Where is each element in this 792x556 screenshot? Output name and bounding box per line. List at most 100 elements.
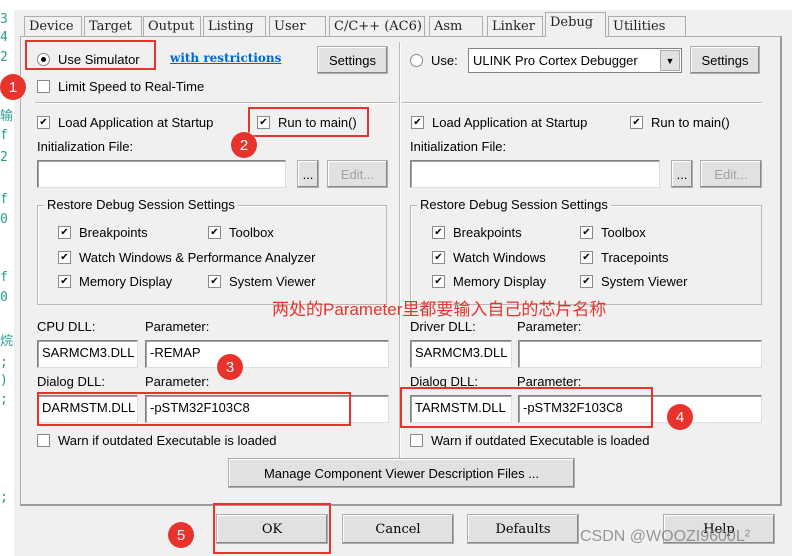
restore-item-label: System Viewer	[229, 274, 316, 289]
warn-outdated-label: Warn if outdated Executable is loaded	[431, 433, 650, 448]
restore-toolbox-checkbox[interactable]: ✔ Toolbox	[208, 225, 274, 240]
checkmark-icon: ✔	[257, 116, 270, 129]
tab-user[interactable]: User	[269, 16, 326, 37]
code-fragment: f	[0, 270, 8, 285]
with-restrictions-link[interactable]: with restrictions	[170, 51, 281, 65]
warn-outdated-label: Warn if outdated Executable is loaded	[58, 433, 277, 448]
code-fragment: ;	[0, 355, 8, 370]
group-title: Restore Debug Session Settings	[417, 197, 611, 212]
run-to-main-checkbox-right[interactable]: ✔ Run to main()	[630, 115, 730, 130]
cpu-dll-label: CPU DLL:	[37, 319, 96, 334]
checkmark-icon: ✔	[432, 275, 445, 288]
checkmark-icon: ✔	[411, 116, 424, 129]
restore-item-label: Toolbox	[601, 225, 646, 240]
use-simulator-label: Use Simulator	[58, 52, 140, 67]
warn-outdated-checkbox-right[interactable]: Warn if outdated Executable is loaded	[410, 433, 650, 448]
defaults-button[interactable]: Defaults	[467, 514, 579, 544]
debugger-settings-button[interactable]: Settings	[690, 46, 760, 74]
checkmark-icon: ✔	[58, 275, 71, 288]
restore-item-label: Watch Windows	[453, 250, 546, 265]
init-file-edit-button-right[interactable]: Edit...	[700, 160, 762, 188]
tab-utilities[interactable]: Utilities	[608, 16, 686, 37]
restore-memory-display-checkbox[interactable]: ✔ Memory Display	[58, 274, 172, 289]
driver-param-input[interactable]	[518, 340, 762, 368]
cancel-button[interactable]: Cancel	[342, 514, 454, 544]
checkmark-icon: ✔	[37, 116, 50, 129]
checkmark-icon: ✔	[630, 116, 643, 129]
dialog-dll-input-right[interactable]: TARMSTM.DLL	[410, 395, 512, 423]
init-file-input[interactable]	[37, 160, 286, 188]
init-file-browse-button[interactable]: ...	[297, 160, 319, 188]
code-fragment: 0	[0, 290, 8, 305]
radio-unselected-icon	[410, 54, 423, 67]
checkmark-icon: ✔	[58, 226, 71, 239]
tab-debug[interactable]: Debug	[545, 12, 606, 37]
checkmark-icon: ✔	[580, 251, 593, 264]
limit-speed-checkbox[interactable]: Limit Speed to Real-Time	[37, 79, 204, 94]
restore-tracepoints-checkbox[interactable]: ✔ Tracepoints	[580, 250, 668, 265]
init-file-browse-button-right[interactable]: ...	[671, 160, 693, 188]
tab-asm[interactable]: Asm	[429, 16, 483, 37]
load-app-checkbox-right[interactable]: ✔ Load Application at Startup	[411, 115, 587, 130]
cpu-dll-input[interactable]: SARMCM3.DLL	[37, 340, 138, 368]
manage-component-viewer-button[interactable]: Manage Component Viewer Description File…	[228, 458, 575, 488]
run-to-main-label: Run to main()	[651, 115, 730, 130]
code-fragment: f	[0, 128, 8, 143]
use-label: Use:	[431, 53, 458, 68]
init-file-edit-button[interactable]: Edit...	[327, 160, 388, 188]
driver-dll-input[interactable]: SARMCM3.DLL	[410, 340, 512, 368]
window-top	[14, 0, 792, 10]
dialog-dll-input[interactable]: DARMSTM.DLL	[37, 395, 138, 423]
restore-watch-windows-performance-analyzer-checkbox[interactable]: ✔ Watch Windows & Performance Analyzer	[58, 250, 316, 265]
debugger-select[interactable]: ULINK Pro Cortex Debugger ▼	[468, 48, 682, 73]
restore-system-viewer-checkbox[interactable]: ✔ System Viewer	[208, 274, 315, 289]
restore-item-label: Toolbox	[229, 225, 274, 240]
tab-listing[interactable]: Listing	[203, 16, 266, 37]
checkmark-icon: ✔	[580, 275, 593, 288]
run-to-main-checkbox[interactable]: ✔ Run to main()	[257, 115, 357, 130]
annotation-badge-2: 2	[231, 132, 257, 158]
tab-device[interactable]: Device	[24, 16, 82, 37]
load-app-checkbox[interactable]: ✔ Load Application at Startup	[37, 115, 213, 130]
ok-button[interactable]: OK	[216, 514, 328, 544]
simulator-settings-button[interactable]: Settings	[317, 46, 388, 74]
tab-target[interactable]: Target	[84, 16, 142, 37]
use-simulator-radio[interactable]: Use Simulator	[37, 52, 140, 67]
load-app-label: Load Application at Startup	[58, 115, 214, 130]
dialog-param-input-right[interactable]: -pSTM32F103C8	[518, 395, 762, 423]
annotation-badge-3: 3	[217, 354, 243, 380]
checkbox-unchecked-icon	[37, 434, 50, 447]
restore-system-viewer-checkbox[interactable]: ✔ System Viewer	[580, 274, 687, 289]
code-fragment: 0	[0, 212, 8, 227]
checkmark-icon: ✔	[432, 251, 445, 264]
init-file-label: Initialization File:	[37, 139, 134, 154]
dialog-param-label: Parameter:	[517, 374, 582, 389]
restore-item-label: Watch Windows & Performance Analyzer	[79, 250, 316, 265]
annotation-note: 两处的Parameter里都要输入自己的芯片名称	[272, 300, 607, 319]
use-debugger-radio[interactable]: Use:	[410, 53, 458, 68]
restore-item-label: Memory Display	[79, 274, 173, 289]
init-file-input-right[interactable]	[410, 160, 660, 188]
debugger-value: ULINK Pro Cortex Debugger	[473, 53, 638, 68]
watermark: CSDN @WOOZI9600L²	[580, 528, 751, 545]
dropdown-arrow-icon[interactable]: ▼	[660, 50, 680, 71]
warn-outdated-checkbox[interactable]: Warn if outdated Executable is loaded	[37, 433, 277, 448]
checkmark-icon: ✔	[58, 251, 71, 264]
code-fragment: 2	[0, 50, 8, 65]
tab-c-c-ac6[interactable]: C/C++ (AC6)	[329, 16, 425, 37]
restore-breakpoints-checkbox[interactable]: ✔ Breakpoints	[432, 225, 522, 240]
restore-memory-display-checkbox[interactable]: ✔ Memory Display	[432, 274, 546, 289]
tab-output[interactable]: Output	[143, 16, 201, 37]
dialog-param-input[interactable]: -pSTM32F103C8	[145, 395, 389, 423]
tab-linker[interactable]: Linker	[487, 16, 543, 37]
cpu-param-input[interactable]: -REMAP	[145, 340, 389, 368]
restore-item-label: Tracepoints	[601, 250, 669, 265]
restore-item-label: System Viewer	[601, 274, 688, 289]
restore-breakpoints-checkbox[interactable]: ✔ Breakpoints	[58, 225, 148, 240]
dialog-param-label: Parameter:	[145, 374, 210, 389]
restore-toolbox-checkbox[interactable]: ✔ Toolbox	[580, 225, 646, 240]
init-file-label: Initialization File:	[410, 139, 507, 154]
restore-watch-windows-checkbox[interactable]: ✔ Watch Windows	[432, 250, 546, 265]
radio-selected-icon	[37, 53, 50, 66]
run-to-main-label: Run to main()	[278, 115, 357, 130]
